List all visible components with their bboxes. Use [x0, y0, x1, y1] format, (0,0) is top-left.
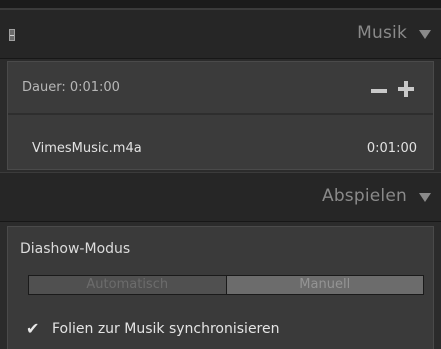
collapse-triangle-icon[interactable]	[419, 193, 431, 202]
slideshow-mode-label: Diashow-Modus	[20, 241, 131, 257]
mode-automatic-button[interactable]: Automatisch	[29, 276, 227, 294]
sync-music-label[interactable]: Folien zur Musik synchronisieren	[52, 321, 280, 337]
track-divider	[8, 113, 433, 115]
playback-panel-header[interactable]: Abspielen	[0, 172, 441, 222]
slideshow-music-panel: Musik Dauer: 0:01:00 VimesMusic.m4a 0:01…	[0, 0, 441, 349]
slideshow-mode-segmented-control: Automatisch Manuell	[28, 275, 424, 295]
music-track-box: Dauer: 0:01:00 VimesMusic.m4a 0:01:00	[7, 61, 434, 170]
playback-panel-title: Abspielen	[321, 186, 407, 206]
add-music-button[interactable]	[398, 81, 414, 97]
collapse-triangle-icon[interactable]	[419, 30, 431, 39]
music-panel-header[interactable]: Musik	[0, 9, 441, 59]
sync-music-checkbox-row[interactable]: ✔ Folien zur Musik synchronisieren	[26, 319, 280, 339]
mode-manual-button[interactable]: Manuell	[226, 276, 423, 294]
panel-top-divider	[0, 0, 441, 9]
remove-music-button[interactable]	[371, 83, 387, 99]
checkbox-checked-icon[interactable]: ✔	[26, 321, 42, 337]
music-panel-title: Musik	[357, 23, 407, 43]
playback-settings-box: Diashow-Modus Automatisch Manuell ✔ Foli…	[7, 226, 434, 349]
track-file-name[interactable]: VimesMusic.m4a	[32, 141, 142, 156]
track-duration: 0:01:00	[366, 141, 417, 156]
panel-toggle-switch-icon[interactable]	[9, 29, 15, 41]
duration-label: Dauer: 0:01:00	[22, 80, 120, 95]
